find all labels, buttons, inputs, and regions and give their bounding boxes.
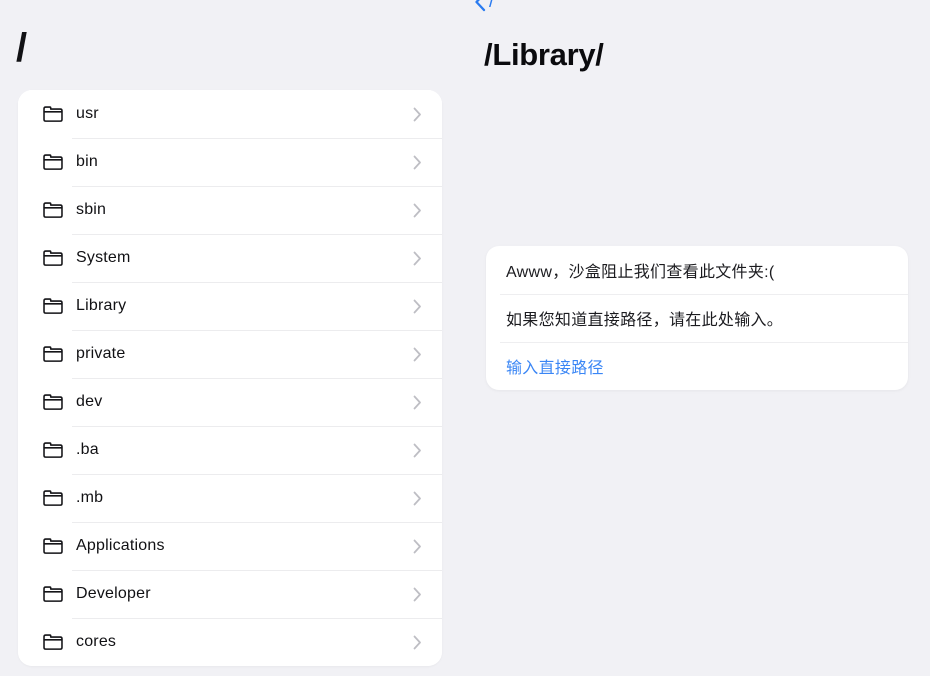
file-browser-panel: / usr bin sbin System Library private dev .ba .m… (0, 0, 460, 676)
folder-list-item-label: Developer (76, 585, 151, 602)
folder-list-item[interactable]: Applications (18, 522, 442, 570)
folder-list-item-label: private (76, 345, 126, 362)
current-path-title: /Library/ (484, 37, 604, 72)
chevron-right-icon (413, 587, 426, 602)
folder-icon (42, 247, 76, 269)
back-button[interactable]: / (474, 0, 494, 12)
folder-icon (42, 151, 76, 173)
folder-list-item[interactable]: cores (18, 618, 442, 666)
chevron-right-icon (413, 251, 426, 266)
folder-list-item[interactable]: usr (18, 90, 442, 138)
folder-list: usr bin sbin System Library private dev .ba .mb A… (18, 90, 442, 666)
folder-list-item-label: .mb (76, 489, 104, 506)
folder-list-item[interactable]: Library (18, 282, 442, 330)
chevron-left-icon (474, 0, 486, 12)
folder-list-item[interactable]: .mb (18, 474, 442, 522)
folder-list-item-label: dev (76, 393, 103, 410)
folder-list-item-label: usr (76, 105, 99, 122)
folder-list-item-label: Library (76, 297, 127, 314)
folder-icon (42, 487, 76, 509)
folder-list-item-label: Applications (76, 537, 165, 554)
folder-list-item-label: cores (76, 633, 117, 650)
sandbox-message: Awww，沙盒阻止我们查看此文件夹:( (506, 264, 775, 281)
folder-list-item-label: bin (76, 153, 98, 170)
folder-list-item[interactable]: bin (18, 138, 442, 186)
folder-icon (42, 199, 76, 221)
folder-icon (42, 535, 76, 557)
chevron-right-icon (413, 155, 426, 170)
folder-list-item[interactable]: Developer (18, 570, 442, 618)
chevron-right-icon (413, 443, 426, 458)
folder-list-item[interactable]: .ba (18, 426, 442, 474)
folder-icon (42, 631, 76, 653)
folder-icon (42, 103, 76, 125)
folder-list-item[interactable]: System (18, 234, 442, 282)
chevron-right-icon (413, 539, 426, 554)
folder-icon (42, 343, 76, 365)
chevron-right-icon (413, 299, 426, 314)
folder-list-item-label: sbin (76, 201, 107, 218)
detail-panel: / /Library/ Awww，沙盒阻止我们查看此文件夹:( 如果您知道直接路… (460, 0, 930, 676)
folder-icon (42, 391, 76, 413)
folder-list-item-label: .ba (76, 441, 99, 458)
sandbox-warning-card: Awww，沙盒阻止我们查看此文件夹:( 如果您知道直接路径，请在此处输入。 输入… (486, 246, 908, 390)
chevron-right-icon (413, 635, 426, 650)
folder-icon (42, 295, 76, 317)
chevron-right-icon (413, 203, 426, 218)
enter-direct-path-link[interactable]: 输入直接路径 (486, 342, 908, 390)
folder-list-item[interactable]: dev (18, 378, 442, 426)
page-title: / (16, 26, 27, 70)
folder-icon (42, 439, 76, 461)
back-button-label: / (489, 0, 495, 12)
folder-list-item[interactable]: sbin (18, 186, 442, 234)
folder-icon (42, 583, 76, 605)
folder-list-item[interactable]: private (18, 330, 442, 378)
sandbox-hint: 如果您知道直接路径，请在此处输入。 (486, 294, 908, 342)
chevron-right-icon (413, 491, 426, 506)
chevron-right-icon (413, 107, 426, 122)
chevron-right-icon (413, 347, 426, 362)
chevron-right-icon (413, 395, 426, 410)
folder-list-item-label: System (76, 249, 131, 266)
